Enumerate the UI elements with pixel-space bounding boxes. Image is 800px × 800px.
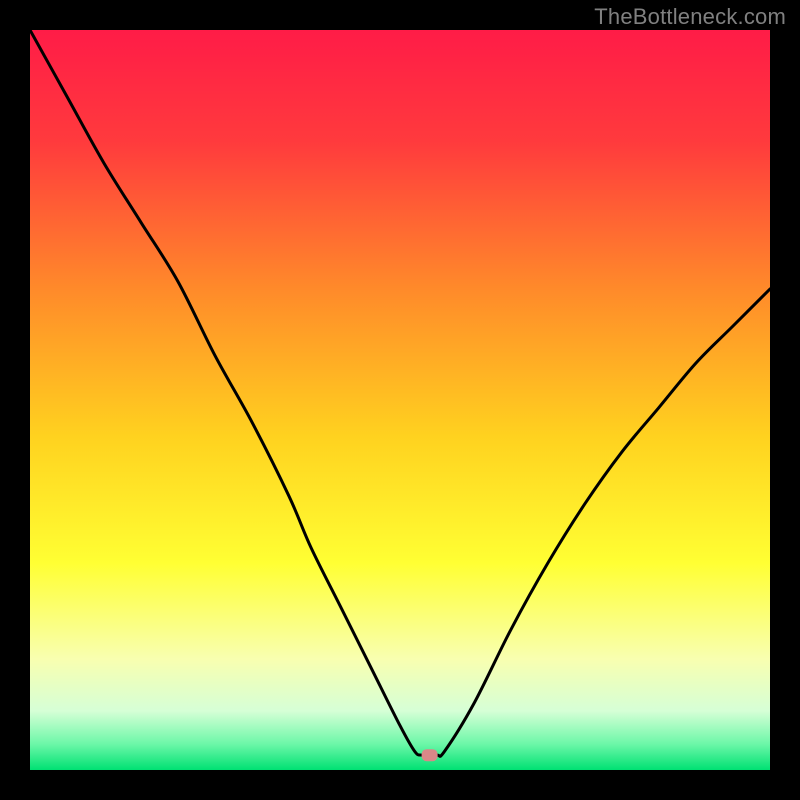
gradient-background [30, 30, 770, 770]
watermark-text: TheBottleneck.com [594, 4, 786, 30]
chart-svg [30, 30, 770, 770]
chart-frame: TheBottleneck.com [0, 0, 800, 800]
valley-marker [422, 749, 438, 761]
plot-area [30, 30, 770, 770]
